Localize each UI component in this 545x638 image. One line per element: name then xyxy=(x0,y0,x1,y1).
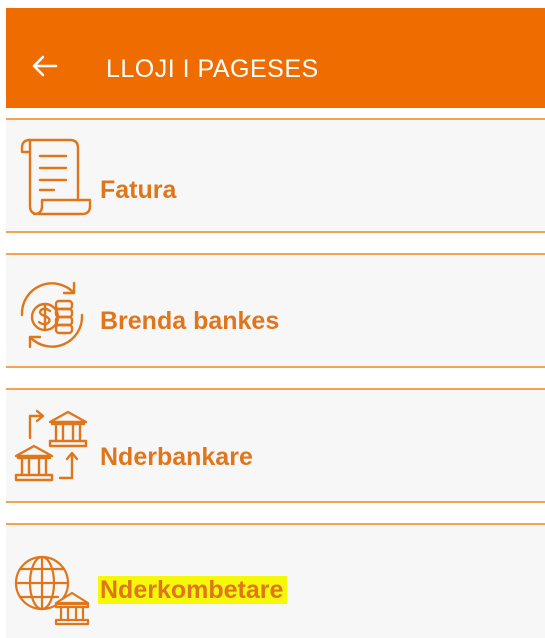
money-exchange-icon xyxy=(20,281,84,349)
payment-option-label: Fatura xyxy=(100,176,177,204)
payment-option-label: Nderbankare xyxy=(100,443,253,471)
invoice-scroll-icon xyxy=(20,138,92,216)
arrow-left-icon[interactable] xyxy=(32,55,58,77)
globe-bank-icon xyxy=(14,555,90,626)
payment-option-label: Nderkombetare xyxy=(98,575,288,605)
payment-option-nderkombetare[interactable]: Nderkombetare xyxy=(6,523,545,638)
payment-option-fatura[interactable]: Fatura xyxy=(6,118,545,233)
app-header: LLOJI I PAGESES xyxy=(6,8,545,108)
highlighted-label: Nderkombetare xyxy=(98,576,288,604)
bank-transfer-icon xyxy=(14,409,88,482)
page-title: LLOJI I PAGESES xyxy=(106,55,319,83)
payment-option-brenda-bankes[interactable]: Brenda bankes xyxy=(6,253,545,368)
payment-option-label: Brenda bankes xyxy=(100,307,280,335)
payment-option-nderbankare[interactable]: Nderbankare xyxy=(6,388,545,503)
